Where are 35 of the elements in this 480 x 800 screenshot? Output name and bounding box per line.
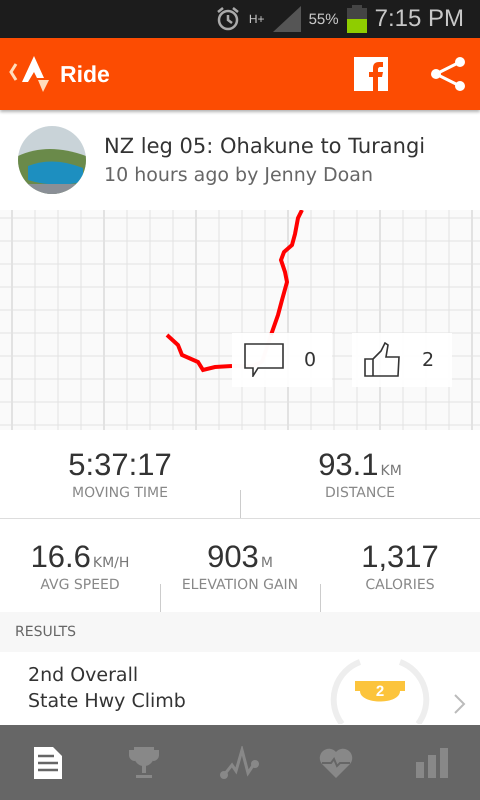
activity-subtitle: 10 hours ago by Jenny Doan bbox=[104, 164, 374, 186]
stat-value: 16.6 bbox=[30, 538, 91, 574]
screen-title: Ride bbox=[60, 60, 111, 88]
activity-title: NZ leg 05: Ohakune to Turangi bbox=[104, 134, 426, 158]
stat-label: MOVING TIME bbox=[72, 485, 168, 501]
result-title: 2nd Overall bbox=[28, 664, 140, 686]
activity-graph-icon bbox=[220, 746, 260, 780]
stat-value: 93.1 bbox=[318, 447, 379, 482]
battery-icon bbox=[346, 5, 367, 33]
bar-chart-icon bbox=[416, 748, 448, 778]
chevron-icon bbox=[454, 694, 466, 714]
kudos-button[interactable]: 2 bbox=[352, 333, 452, 387]
stat-unit: M bbox=[260, 554, 273, 570]
stat-value: 1,317 bbox=[361, 538, 439, 574]
stat-label: CALORIES bbox=[365, 576, 435, 592]
network-type: H+ bbox=[248, 12, 265, 26]
trophy-icon bbox=[129, 746, 159, 778]
stat-unit: KM bbox=[380, 463, 402, 479]
stat-label: DISTANCE bbox=[325, 485, 395, 501]
stat-value: 903 bbox=[207, 538, 259, 574]
stat-unit: KM/H bbox=[92, 554, 130, 570]
document-icon bbox=[34, 746, 62, 778]
battery-percent: 55% bbox=[308, 10, 339, 28]
stat-label: AVG SPEED bbox=[40, 576, 120, 592]
signal-icon bbox=[272, 6, 301, 32]
alarm-clock-icon bbox=[214, 6, 241, 32]
thumbs-up-icon bbox=[364, 342, 402, 378]
heart-rate-icon bbox=[319, 746, 353, 778]
stat-value: 5:37:17 bbox=[68, 447, 172, 482]
clock-time: 7:15 PM bbox=[374, 5, 464, 33]
comments-button[interactable]: 0 bbox=[232, 333, 332, 387]
comment-icon bbox=[244, 343, 284, 377]
result-subtitle: State Hwy Climb bbox=[28, 690, 187, 712]
stat-label: ELEVATION GAIN bbox=[182, 576, 298, 592]
section-title: RESULTS bbox=[15, 624, 76, 640]
